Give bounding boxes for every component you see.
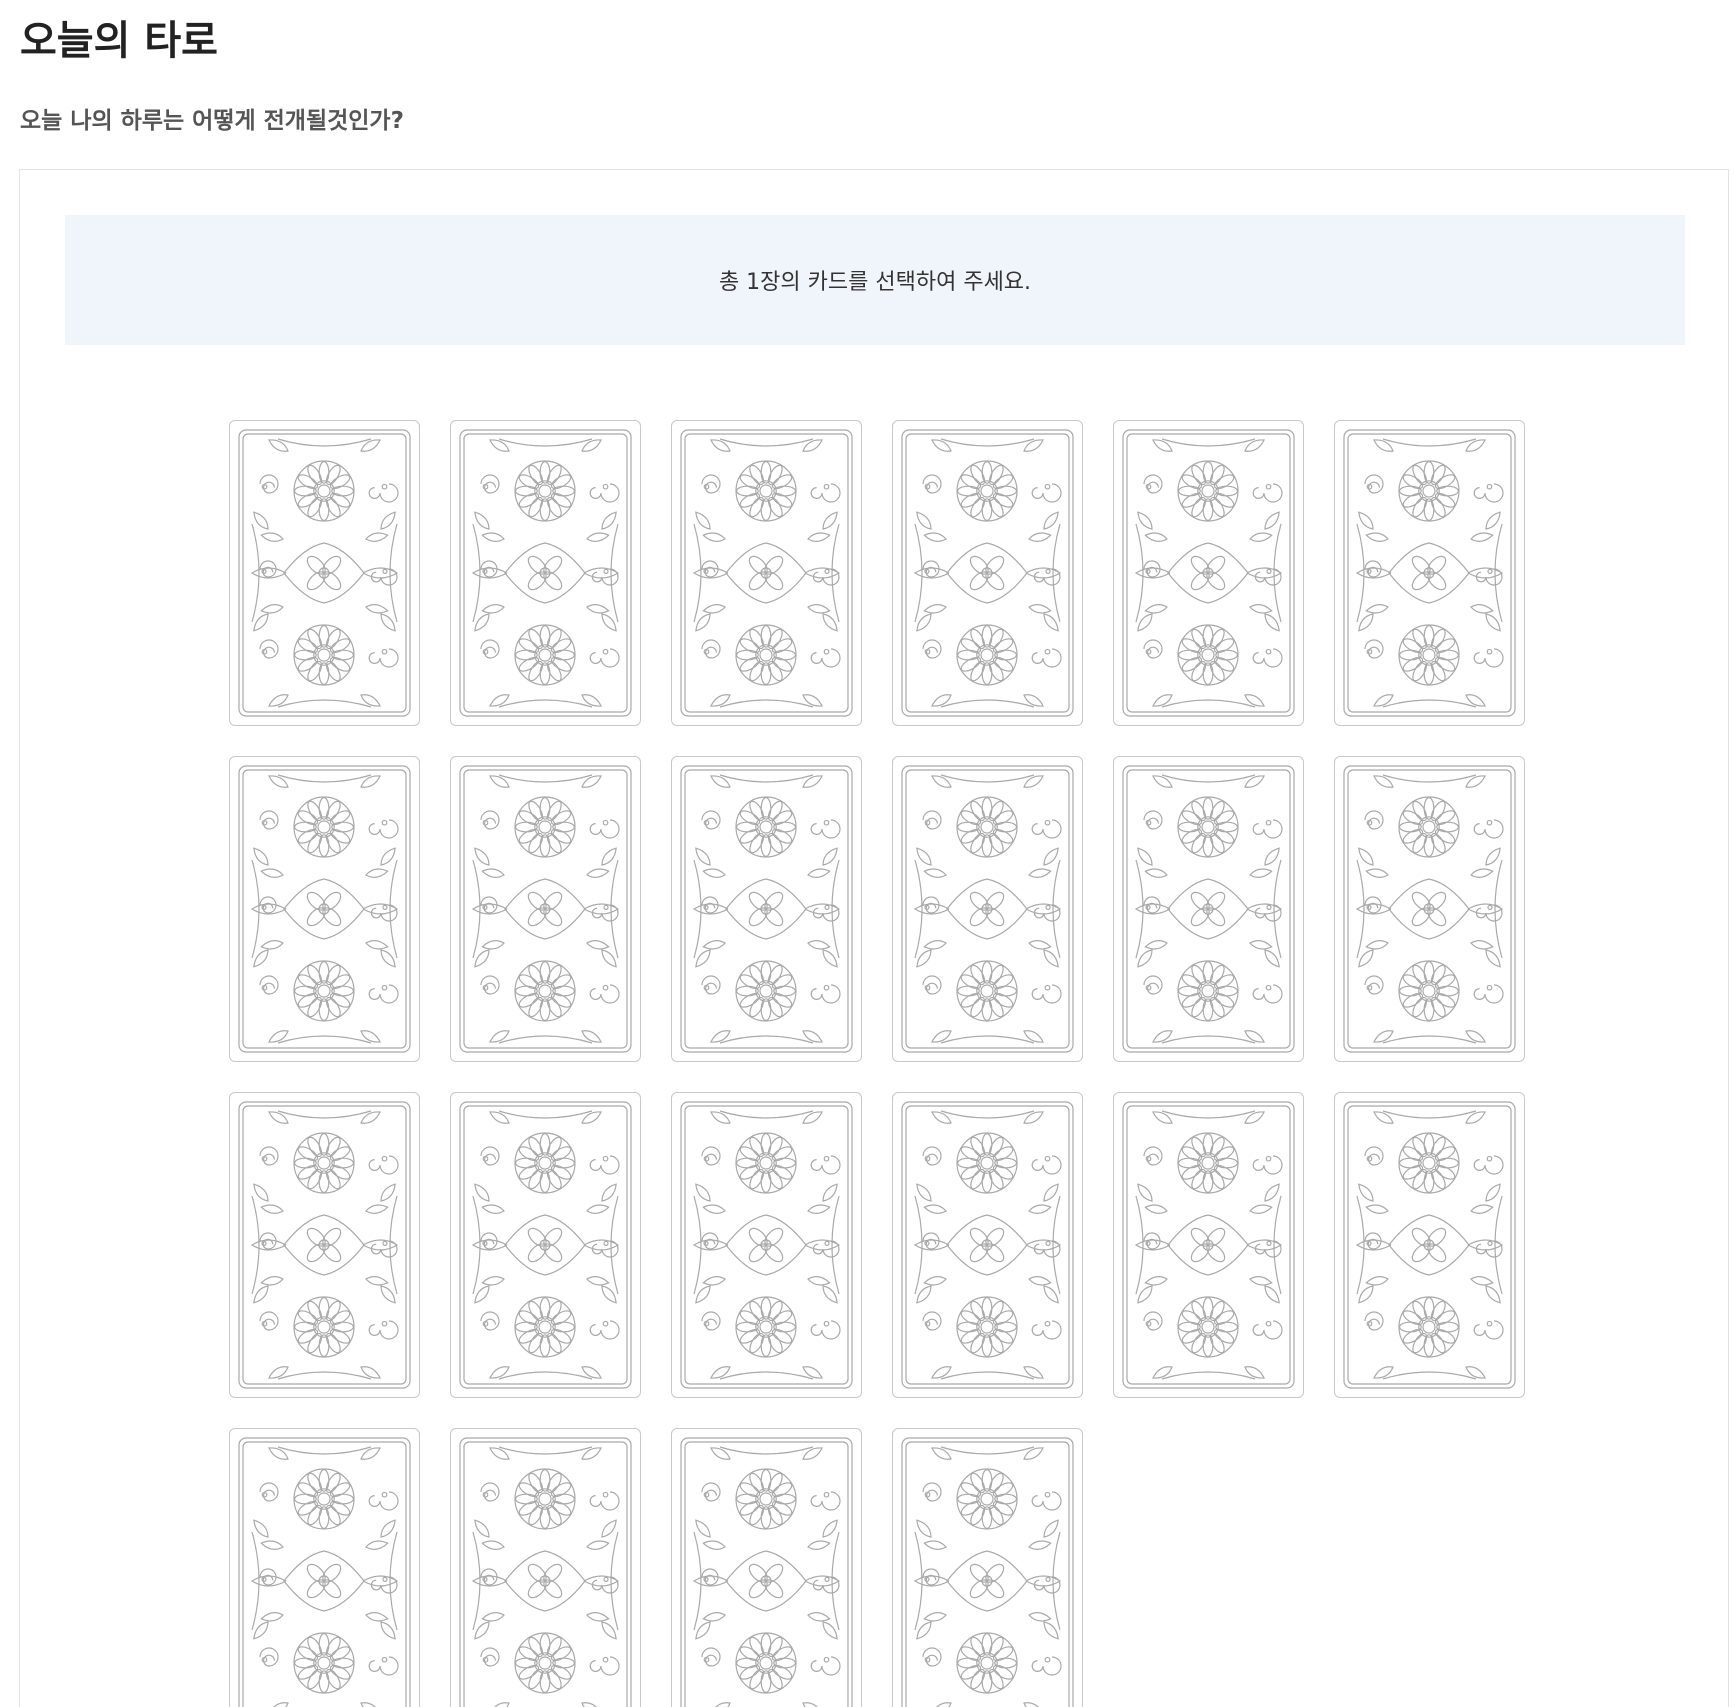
tarot-card[interactable] bbox=[1334, 1092, 1525, 1398]
tarot-card-back-icon bbox=[1122, 1101, 1295, 1389]
tarot-card-back-icon bbox=[1343, 429, 1516, 717]
tarot-card-back-icon bbox=[1343, 765, 1516, 1053]
tarot-card-back-icon bbox=[1343, 1101, 1516, 1389]
tarot-card-back-icon bbox=[680, 1437, 853, 1707]
instruction-banner: 총 1장의 카드를 선택하여 주세요. bbox=[65, 215, 1685, 345]
tarot-card[interactable] bbox=[229, 1092, 420, 1398]
tarot-card[interactable] bbox=[892, 420, 1083, 726]
tarot-card[interactable] bbox=[671, 1428, 862, 1707]
tarot-card-back-icon bbox=[680, 1101, 853, 1389]
tarot-card[interactable] bbox=[892, 756, 1083, 1062]
tarot-card-back-icon bbox=[459, 1101, 632, 1389]
tarot-card[interactable] bbox=[892, 1092, 1083, 1398]
tarot-card-back-icon bbox=[680, 765, 853, 1053]
card-grid bbox=[229, 420, 1549, 1707]
tarot-page: 오늘의 타로 오늘 나의 하루는 어떻게 전개될것인가? 총 1장의 카드를 선… bbox=[0, 0, 1735, 1707]
tarot-card-back-icon bbox=[459, 1437, 632, 1707]
tarot-card[interactable] bbox=[450, 1092, 641, 1398]
tarot-card[interactable] bbox=[229, 1428, 420, 1707]
tarot-card[interactable] bbox=[892, 1428, 1083, 1707]
tarot-card[interactable] bbox=[671, 420, 862, 726]
instruction-text: 총 1장의 카드를 선택하여 주세요. bbox=[718, 270, 1032, 295]
tarot-card-back-icon bbox=[901, 765, 1074, 1053]
tarot-card[interactable] bbox=[1113, 756, 1304, 1062]
tarot-card-back-icon bbox=[238, 1437, 411, 1707]
tarot-card-back-icon bbox=[459, 765, 632, 1053]
tarot-card-back-icon bbox=[238, 1101, 411, 1389]
tarot-card[interactable] bbox=[671, 1092, 862, 1398]
tarot-card[interactable] bbox=[1334, 756, 1525, 1062]
tarot-card[interactable] bbox=[229, 756, 420, 1062]
tarot-card-back-icon bbox=[459, 429, 632, 717]
tarot-card[interactable] bbox=[450, 420, 641, 726]
tarot-card[interactable] bbox=[1334, 420, 1525, 726]
page-subtitle: 오늘 나의 하루는 어떻게 전개될것인가? bbox=[20, 108, 404, 134]
tarot-card-back-icon bbox=[1122, 765, 1295, 1053]
tarot-card[interactable] bbox=[450, 756, 641, 1062]
tarot-card[interactable] bbox=[229, 420, 420, 726]
tarot-card[interactable] bbox=[1113, 1092, 1304, 1398]
tarot-card-back-icon bbox=[1122, 429, 1295, 717]
page-title: 오늘의 타로 bbox=[20, 18, 218, 64]
card-selection-panel: 총 1장의 카드를 선택하여 주세요. bbox=[19, 169, 1729, 1707]
tarot-card-back-icon bbox=[901, 429, 1074, 717]
tarot-card-back-icon bbox=[238, 429, 411, 717]
tarot-card-back-icon bbox=[901, 1101, 1074, 1389]
tarot-card-back-icon bbox=[901, 1437, 1074, 1707]
tarot-card-back-icon bbox=[680, 429, 853, 717]
tarot-card-back-icon bbox=[238, 765, 411, 1053]
tarot-card[interactable] bbox=[1113, 420, 1304, 726]
tarot-card[interactable] bbox=[450, 1428, 641, 1707]
tarot-card[interactable] bbox=[671, 756, 862, 1062]
